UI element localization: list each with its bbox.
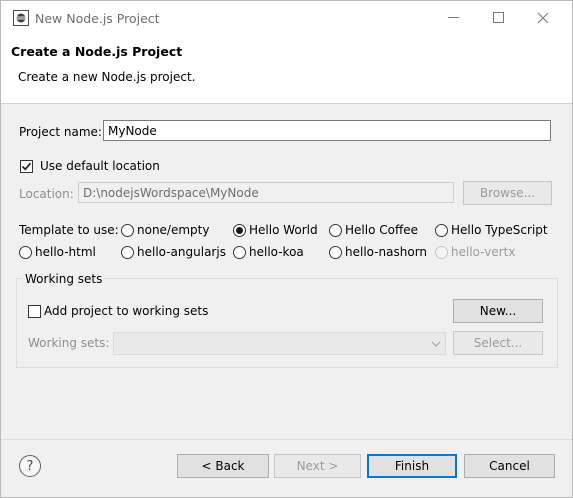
template-option-hello-koa[interactable]: hello-koa xyxy=(233,245,304,259)
project-name-input[interactable] xyxy=(103,120,551,141)
template-option-label: hello-angularjs xyxy=(137,245,226,259)
radio-selected-icon xyxy=(233,223,246,237)
page-title: Create a Node.js Project xyxy=(11,44,183,59)
cancel-button[interactable]: Cancel xyxy=(464,454,555,478)
browse-button: Browse... xyxy=(463,181,552,205)
add-to-working-sets-label: Add project to working sets xyxy=(44,304,209,318)
next-button: Next > xyxy=(274,454,361,478)
close-button[interactable] xyxy=(521,1,565,34)
template-option-label: none/empty xyxy=(137,223,210,237)
working-sets-label: Working sets: xyxy=(28,336,110,350)
template-option-label: Hello World xyxy=(249,223,318,237)
template-option-hello-world[interactable]: Hello World xyxy=(233,223,318,237)
template-option-hello-html[interactable]: hello-html xyxy=(19,245,96,259)
radio-icon xyxy=(329,223,342,237)
minimize-button[interactable] xyxy=(431,1,475,34)
working-sets-combo xyxy=(113,332,446,355)
location-label: Location: xyxy=(19,187,74,201)
template-option-label: Hello Coffee xyxy=(345,223,418,237)
template-option-label: hello-vertx xyxy=(451,245,516,259)
template-option-hello-vertx: hello-vertx xyxy=(435,245,515,259)
checkmark-icon xyxy=(21,162,32,171)
footer-divider xyxy=(1,439,572,440)
template-option-label: hello-html xyxy=(35,245,96,259)
window-title: New Node.js Project xyxy=(35,11,160,26)
template-option-label: hello-nashorn xyxy=(345,245,428,259)
project-name-label: Project name: xyxy=(19,125,102,139)
finish-button[interactable]: Finish xyxy=(367,454,457,478)
working-sets-group-label: Working sets xyxy=(23,272,105,286)
template-label: Template to use: xyxy=(19,223,119,237)
radio-icon xyxy=(19,245,32,259)
page-description: Create a new Node.js project. xyxy=(18,70,196,84)
radio-icon xyxy=(435,223,448,237)
template-option-label: hello-koa xyxy=(249,245,304,259)
help-icon[interactable]: ? xyxy=(19,455,41,477)
title-bar: New Node.js Project xyxy=(1,1,572,35)
use-default-location-checkbox[interactable] xyxy=(20,160,33,173)
radio-icon xyxy=(233,245,246,259)
new-working-set-button[interactable]: New... xyxy=(453,299,543,323)
chevron-down-icon xyxy=(431,341,441,347)
new-nodejs-project-dialog: New Node.js Project Create a Node.js Pro… xyxy=(0,0,573,498)
use-default-location-label: Use default location xyxy=(40,159,160,173)
template-option-hello-typescript[interactable]: Hello TypeScript xyxy=(435,223,548,237)
template-option-hello-coffee[interactable]: Hello Coffee xyxy=(329,223,418,237)
add-to-working-sets-checkbox[interactable] xyxy=(28,305,41,318)
maximize-icon xyxy=(492,12,504,23)
close-icon xyxy=(537,12,549,23)
back-button[interactable]: < Back xyxy=(177,454,269,478)
template-option-none-empty[interactable]: none/empty xyxy=(121,223,209,237)
eclipse-app-icon xyxy=(13,10,29,26)
template-option-hello-nashorn[interactable]: hello-nashorn xyxy=(329,245,427,259)
location-input xyxy=(78,182,454,203)
template-option-label: Hello TypeScript xyxy=(451,223,548,237)
template-option-hello-angularjs[interactable]: hello-angularjs xyxy=(121,245,226,259)
radio-icon xyxy=(435,245,448,259)
radio-icon xyxy=(329,245,342,259)
radio-icon xyxy=(121,223,134,237)
select-working-sets-button: Select... xyxy=(453,331,543,355)
wizard-header: Create a Node.js Project Create a new No… xyxy=(1,35,572,104)
maximize-button[interactable] xyxy=(476,1,520,34)
radio-icon xyxy=(121,245,134,259)
minimize-icon xyxy=(447,17,459,18)
